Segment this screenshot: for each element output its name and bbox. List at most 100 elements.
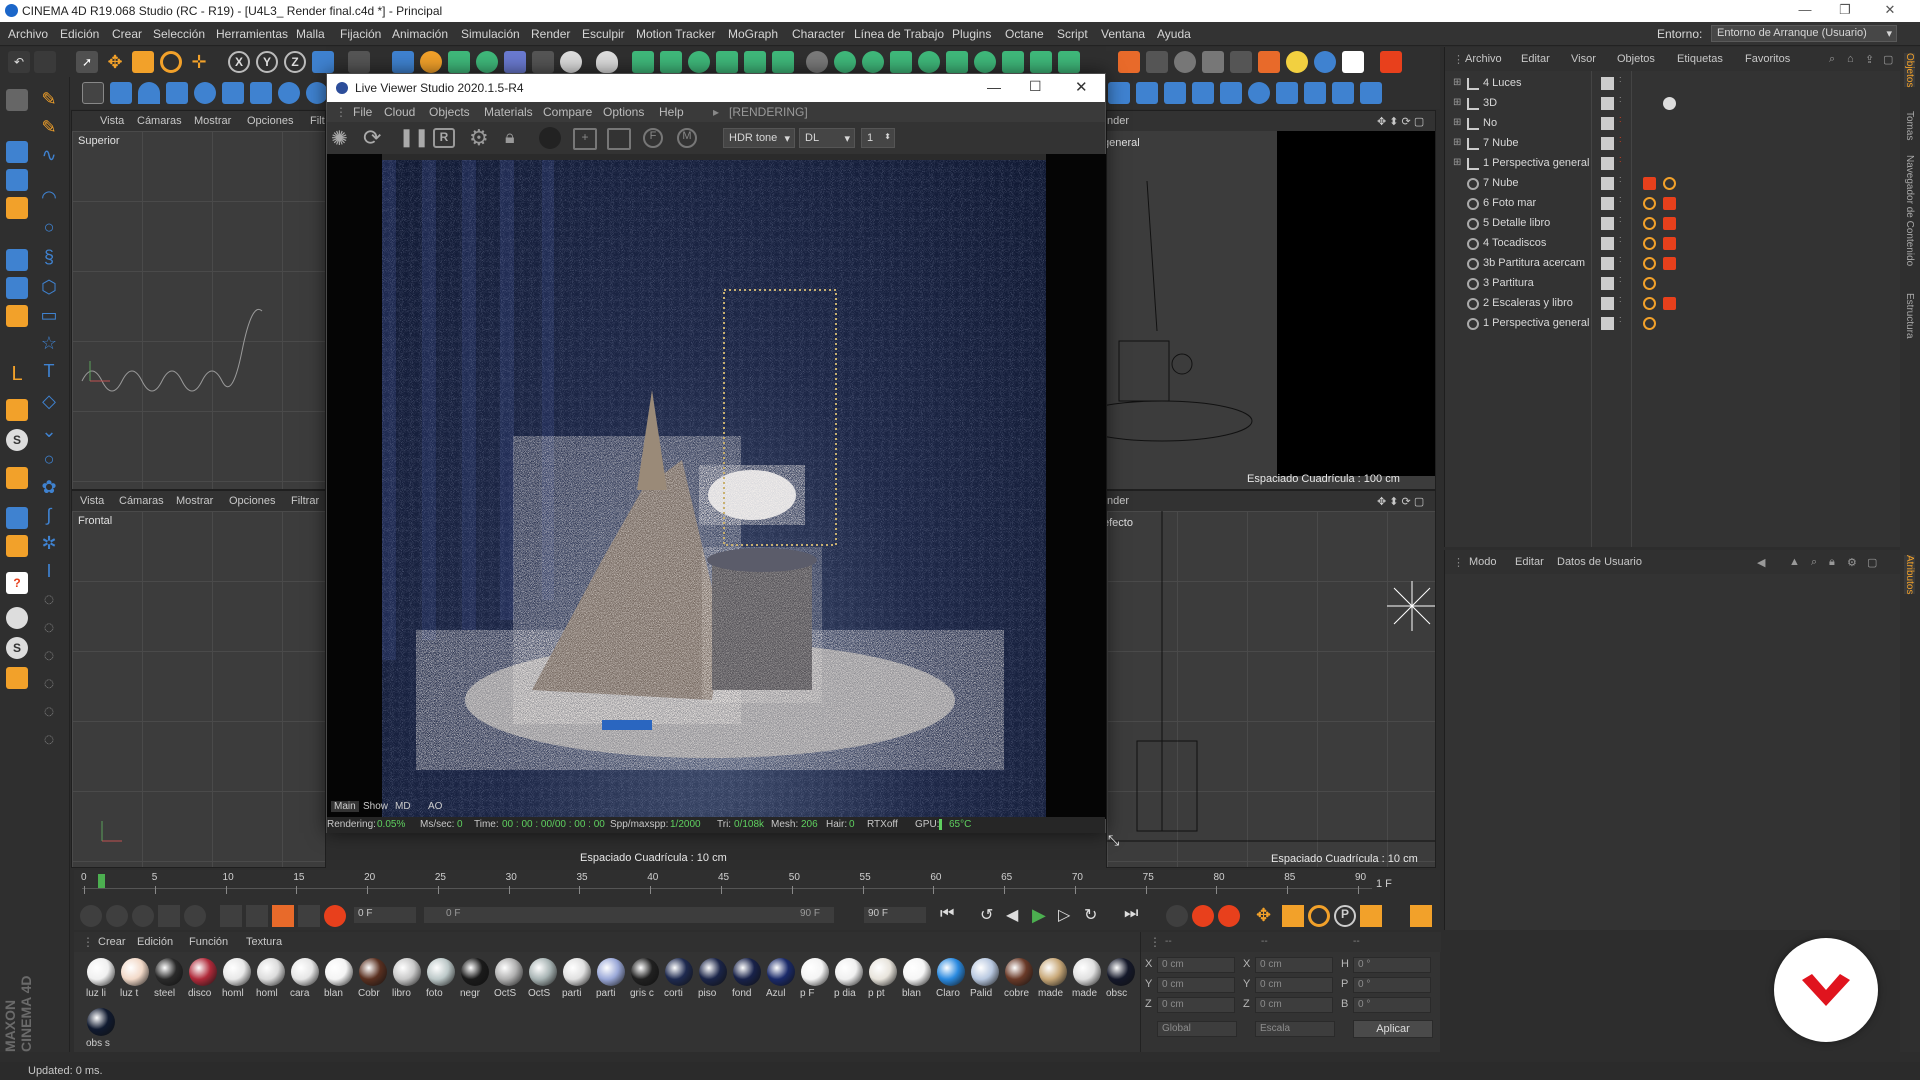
material-swatch[interactable]: blan: [902, 958, 932, 1004]
octane-daylight-icon[interactable]: [1314, 51, 1336, 73]
upload-icon[interactable]: ⇪: [1865, 53, 1874, 66]
lock-icon[interactable]: 🔒︎: [1829, 556, 1835, 569]
grid-tools-icon[interactable]: [1360, 82, 1382, 104]
menu-fijacion[interactable]: Fijación: [340, 27, 381, 41]
mograph-tracer-icon[interactable]: [772, 51, 794, 73]
material-swatch[interactable]: Palid: [970, 958, 1000, 1004]
axis-mode-icon[interactable]: L: [6, 363, 28, 385]
no-render-tag-icon[interactable]: [1643, 277, 1656, 290]
lv-tab-main[interactable]: Main: [331, 801, 359, 812]
material-swatch[interactable]: negr: [460, 958, 490, 1004]
lv-menu-file[interactable]: File: [353, 105, 372, 119]
object-row[interactable]: 1 Perspectiva general:: [1453, 314, 1893, 334]
model-mode-icon[interactable]: [6, 141, 28, 163]
layer-check-icon[interactable]: [1601, 277, 1614, 290]
layer-check-icon[interactable]: [1601, 257, 1614, 270]
gear-spline-icon[interactable]: ✲: [38, 533, 60, 555]
menu-esculpir[interactable]: Esculpir: [582, 27, 625, 41]
texture-mode-icon[interactable]: [6, 169, 28, 191]
object-row[interactable]: ⊞ No:: [1453, 114, 1893, 134]
grid-icon[interactable]: [6, 507, 28, 529]
polygon-icon[interactable]: ⬡: [38, 277, 60, 299]
sphere-tool-icon[interactable]: [6, 607, 28, 629]
profile-icon[interactable]: I: [38, 561, 60, 583]
next-frame-icon[interactable]: ▷: [1058, 905, 1080, 927]
camera-tag-icon[interactable]: [1663, 297, 1676, 310]
lv-tab-ao[interactable]: AO: [428, 801, 442, 812]
material-swatch[interactable]: cara: [290, 958, 320, 1004]
axis-z-icon[interactable]: Z: [284, 51, 306, 73]
live-viewer-window[interactable]: Live Viewer Studio 2020.1.5-R4 — ☐ ✕ ⋮ F…: [326, 73, 1106, 833]
camera-icon[interactable]: [560, 51, 582, 73]
spline-icon[interactable]: [890, 51, 912, 73]
octane-lock-icon[interactable]: [1380, 51, 1402, 73]
cube-icon[interactable]: [392, 51, 414, 73]
rotate-icon[interactable]: [160, 51, 182, 73]
om-menu-etiquetas[interactable]: Etiquetas: [1677, 53, 1723, 65]
om-menu-editar[interactable]: Editar: [1521, 53, 1550, 65]
locked-workplane-icon[interactable]: [6, 467, 28, 489]
visibility-dots-icon[interactable]: :: [1619, 135, 1622, 144]
layer-manager-icon[interactable]: [6, 667, 28, 689]
axis-x-icon[interactable]: X: [228, 51, 250, 73]
layer-check-icon[interactable]: [1601, 217, 1614, 230]
no-render-tag-icon[interactable]: [1643, 197, 1656, 210]
pen-icon[interactable]: [420, 51, 442, 73]
material-swatch[interactable]: libro: [392, 958, 422, 1004]
rotation-b-field[interactable]: 0 °: [1353, 997, 1431, 1013]
menu-octane[interactable]: Octane: [1005, 27, 1044, 41]
object-row[interactable]: ⊞ 3D:: [1453, 94, 1893, 114]
menu-mograph[interactable]: MoGraph: [728, 27, 778, 41]
cissoid-icon[interactable]: ⌄: [38, 421, 60, 443]
viewport-menu-mostrar[interactable]: Mostrar: [194, 115, 231, 127]
object-row[interactable]: 4 Tocadiscos:: [1453, 234, 1893, 254]
layer-check-icon[interactable]: [1601, 157, 1614, 170]
visibility-dots-icon[interactable]: :: [1619, 75, 1622, 84]
menu-ayuda[interactable]: Ayuda: [1157, 27, 1191, 41]
octane-camera-icon[interactable]: [1230, 51, 1252, 73]
object-row[interactable]: ⊞ 4 Luces:: [1453, 74, 1893, 94]
key-position-icon[interactable]: [158, 905, 180, 927]
back-arrow-icon[interactable]: ◀: [1757, 556, 1765, 569]
go-to-end-icon[interactable]: ⏭: [1124, 905, 1146, 927]
tab-atributos[interactable]: Atributos: [1904, 555, 1915, 595]
mograph-matrix-icon[interactable]: [688, 51, 710, 73]
visibility-dots-icon[interactable]: :: [1619, 235, 1622, 244]
material-swatch[interactable]: foto: [426, 958, 456, 1004]
visibility-dots-icon[interactable]: :: [1619, 295, 1622, 304]
undo-icon[interactable]: ↶: [8, 51, 30, 73]
material-swatch[interactable]: p pt: [868, 958, 898, 1004]
tab-objetos[interactable]: Objetos: [1904, 53, 1915, 88]
primitive-disc-icon[interactable]: [194, 82, 216, 104]
minimize-button[interactable]: —: [1785, 2, 1825, 20]
expand-toggle-icon[interactable]: ⊞: [1453, 117, 1461, 128]
scale-icon[interactable]: [132, 51, 154, 73]
key-help-icon[interactable]: [324, 905, 346, 927]
sculpt-icon[interactable]: S: [6, 637, 28, 659]
add-focus-icon[interactable]: +: [573, 128, 597, 150]
object-name[interactable]: 2 Escaleras y libro: [1483, 297, 1573, 309]
close-button[interactable]: ✕: [1870, 2, 1910, 20]
no-render-tag-icon[interactable]: [1643, 217, 1656, 230]
maximize-panel-icon[interactable]: ▢: [1883, 53, 1893, 66]
key-move-icon[interactable]: ✥: [1256, 905, 1278, 927]
arc-icon[interactable]: ◠: [38, 187, 60, 209]
menu-render[interactable]: Render: [531, 27, 570, 41]
autokey-icon[interactable]: [106, 905, 128, 927]
autokey-record-icon[interactable]: [1192, 905, 1214, 927]
keyframe-record-icon[interactable]: [80, 905, 102, 927]
frame-range-slider[interactable]: 0 F 90 F: [424, 907, 834, 923]
visibility-dots-icon[interactable]: :: [1619, 315, 1622, 324]
expand-toggle-icon[interactable]: ⊞: [1453, 97, 1461, 108]
menu-plugins[interactable]: Plugins: [952, 27, 991, 41]
entorno-select[interactable]: Entorno de Arranque (Usuario) ▾: [1711, 25, 1897, 42]
viewport-menu-mostrar[interactable]: Mostrar: [176, 495, 213, 507]
text-spline-icon[interactable]: T: [38, 361, 60, 383]
lock-icon[interactable]: 🔒︎: [505, 127, 515, 148]
snap-icon[interactable]: S: [6, 429, 28, 451]
object-name[interactable]: 4 Tocadiscos: [1483, 237, 1546, 249]
primitive-cube-icon[interactable]: [110, 82, 132, 104]
tab-tomas[interactable]: Tomas: [1904, 111, 1915, 140]
menu-crear[interactable]: Crear: [112, 27, 142, 41]
expand-icon[interactable]: ✥ ⬍ ⟳ ▢: [1377, 495, 1424, 508]
